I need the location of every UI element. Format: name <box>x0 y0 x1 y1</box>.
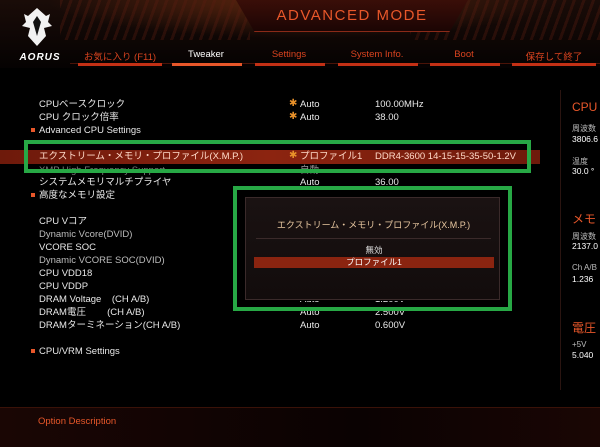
tab-boot-underline <box>430 63 500 66</box>
hw-cpu-freq-label: 周波数 <box>572 124 596 133</box>
setting-label: Dynamic VCORE SOC(DVID) <box>39 255 165 266</box>
submenu-cpu-vrm-settings[interactable]: CPU/VRM Settings <box>0 345 540 358</box>
setting-label: Dynamic Vcore(DVID) <box>39 229 133 240</box>
hw-cpu-title: CPU <box>572 100 598 114</box>
setting-cpu-clock-ratio[interactable]: CPU クロック倍率 ✱ Auto 38.00 <box>0 111 540 124</box>
setting-value: 38.00 <box>375 112 399 123</box>
eagle-icon <box>22 8 52 46</box>
option-description-label: Option Description <box>38 416 117 427</box>
setting-mode: Auto <box>300 112 320 123</box>
tab-system-info[interactable]: System Info. <box>338 49 416 63</box>
tab-save-exit[interactable]: 保存して終了 <box>512 49 596 63</box>
header-decoration-left <box>60 0 250 40</box>
tab-favorites-underline <box>78 63 162 66</box>
setting-label: DRAMターミネーション(CH A/B) <box>39 320 181 331</box>
submenu-label: 高度なメモリ設定 <box>30 190 116 201</box>
hw-cpu-freq-value: 3806.6 <box>572 134 598 144</box>
setting-mode: Auto <box>300 99 320 110</box>
setting-mode: Auto <box>300 320 320 331</box>
setting-label: DRAM電圧 (CH A/B) <box>39 307 145 318</box>
submenu-label: CPU/VRM Settings <box>31 346 120 357</box>
submenu-label: Advanced CPU Settings <box>31 125 141 136</box>
setting-label: CPU VDD18 <box>39 268 93 279</box>
tab-save-exit-underline <box>512 63 596 66</box>
setting-dram-termination[interactable]: DRAMターミネーション(CH A/B) Auto 0.600V <box>0 319 540 332</box>
setting-label: VCORE SOC <box>39 242 97 253</box>
tab-settings-underline <box>255 63 325 66</box>
option-description-bar <box>0 407 600 447</box>
setting-label: システムメモリマルチプライヤ <box>39 177 172 188</box>
tab-settings[interactable]: Settings <box>255 49 323 63</box>
setting-label: CPU クロック倍率 <box>39 112 119 123</box>
hw-mem-volt-value: 1.236 <box>572 274 594 284</box>
logo-wordmark: AORUS <box>19 52 61 63</box>
setting-value: 0.600V <box>375 320 406 331</box>
hw-mem-freq-value: 2137.0 <box>572 241 598 251</box>
hw-5v-value: 5.040 <box>572 350 594 360</box>
tab-system-info-underline <box>338 63 418 66</box>
annotation-box-xmp <box>24 140 531 173</box>
setting-label: CPU VDDP <box>39 281 89 292</box>
aorus-logo: AORUS <box>10 6 60 66</box>
setting-label: DRAM Voltage (CH A/B) <box>39 294 150 305</box>
hw-5v-label: +5V <box>572 340 587 349</box>
tab-boot[interactable]: Boot <box>430 49 498 63</box>
hardware-panel-divider <box>560 90 561 390</box>
star-icon: ✱ <box>289 111 298 122</box>
hw-mem-volt-label: Ch A/B <box>572 263 597 272</box>
annotation-box-popup <box>233 186 512 311</box>
hw-cpu-temp-value: 30.0 ° <box>572 166 595 176</box>
setting-cpu-base-clock[interactable]: CPUベースクロック ✱ Auto 100.00MHz <box>0 98 540 111</box>
star-icon: ✱ <box>289 98 298 109</box>
tab-tweaker-underline <box>172 63 242 66</box>
tab-favorites[interactable]: お気に入り (F11) <box>78 49 162 63</box>
tab-tweaker[interactable]: Tweaker <box>172 49 240 63</box>
submenu-advanced-cpu-settings[interactable]: Advanced CPU Settings <box>0 124 540 137</box>
setting-label: CPUベースクロック <box>39 99 126 110</box>
setting-label: CPU Vコア <box>39 216 88 227</box>
hw-memory-title: メモ <box>572 212 597 226</box>
hw-voltage-title: 電圧 <box>572 321 597 335</box>
mode-title: ADVANCED MODE <box>276 7 428 24</box>
setting-value: 100.00MHz <box>375 99 424 110</box>
